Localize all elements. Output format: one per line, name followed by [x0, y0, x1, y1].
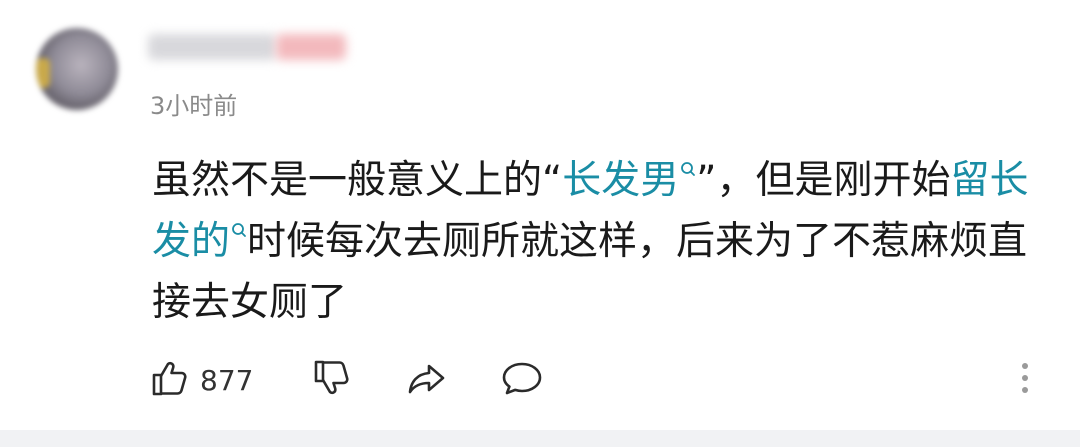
like-count: 877	[200, 363, 254, 397]
comment-card: 3小时前 虽然不是一般意义上的“长发男 ”，但是刚开始留长 发的 时候每次去厕所就这…	[0, 0, 1080, 447]
comment-actions: 877	[150, 358, 1050, 402]
thumbs-down-icon[interactable]	[312, 358, 352, 402]
comment-text-segment: ”，但是刚开始	[696, 158, 951, 203]
share-button[interactable]	[405, 358, 449, 402]
comment-line-3: 接去女厕了	[152, 272, 1052, 333]
search-link-long-hair[interactable]: 留长	[950, 158, 1028, 203]
share-icon[interactable]	[405, 358, 449, 402]
comment-line-1: 虽然不是一般意义上的“长发男 ”，但是刚开始留长	[152, 150, 1052, 211]
comment-text-segment: 时候每次去厕所就这样，后来为了不惹麻烦直	[247, 219, 1028, 264]
comment-timestamp: 3小时前	[150, 92, 238, 120]
comment-icon[interactable]	[500, 358, 544, 402]
search-link-long-hair-cont[interactable]: 发的	[152, 219, 247, 264]
search-icon[interactable]	[231, 222, 247, 240]
comment-text-segment: 虽然不是一般意义上的“	[152, 158, 563, 203]
more-vertical-icon[interactable]	[1018, 358, 1032, 402]
dislike-button[interactable]	[312, 358, 352, 402]
comment-body: 虽然不是一般意义上的“长发男 ”，但是刚开始留长 发的 时候每次去厕所就这样，后来为…	[152, 150, 1052, 333]
thumbs-up-icon[interactable]	[150, 358, 190, 402]
more-options-button[interactable]	[1018, 358, 1032, 402]
search-link-label[interactable]: 长发男	[562, 158, 679, 203]
comment-line-2: 发的 时候每次去厕所就这样，后来为了不惹麻烦直	[152, 211, 1052, 272]
username-redacted[interactable]	[148, 34, 276, 60]
search-link-long-hair-man[interactable]: 长发男	[562, 158, 696, 203]
search-icon[interactable]	[680, 161, 696, 179]
comment-text-segment: 接去女厕了	[152, 280, 348, 325]
like-button[interactable]: 877	[150, 358, 253, 402]
divider-strip	[0, 430, 1080, 447]
reply-button[interactable]	[500, 358, 544, 402]
search-link-label[interactable]: 发的	[152, 219, 230, 264]
avatar[interactable]	[36, 28, 118, 110]
user-badge-redacted	[276, 34, 346, 60]
